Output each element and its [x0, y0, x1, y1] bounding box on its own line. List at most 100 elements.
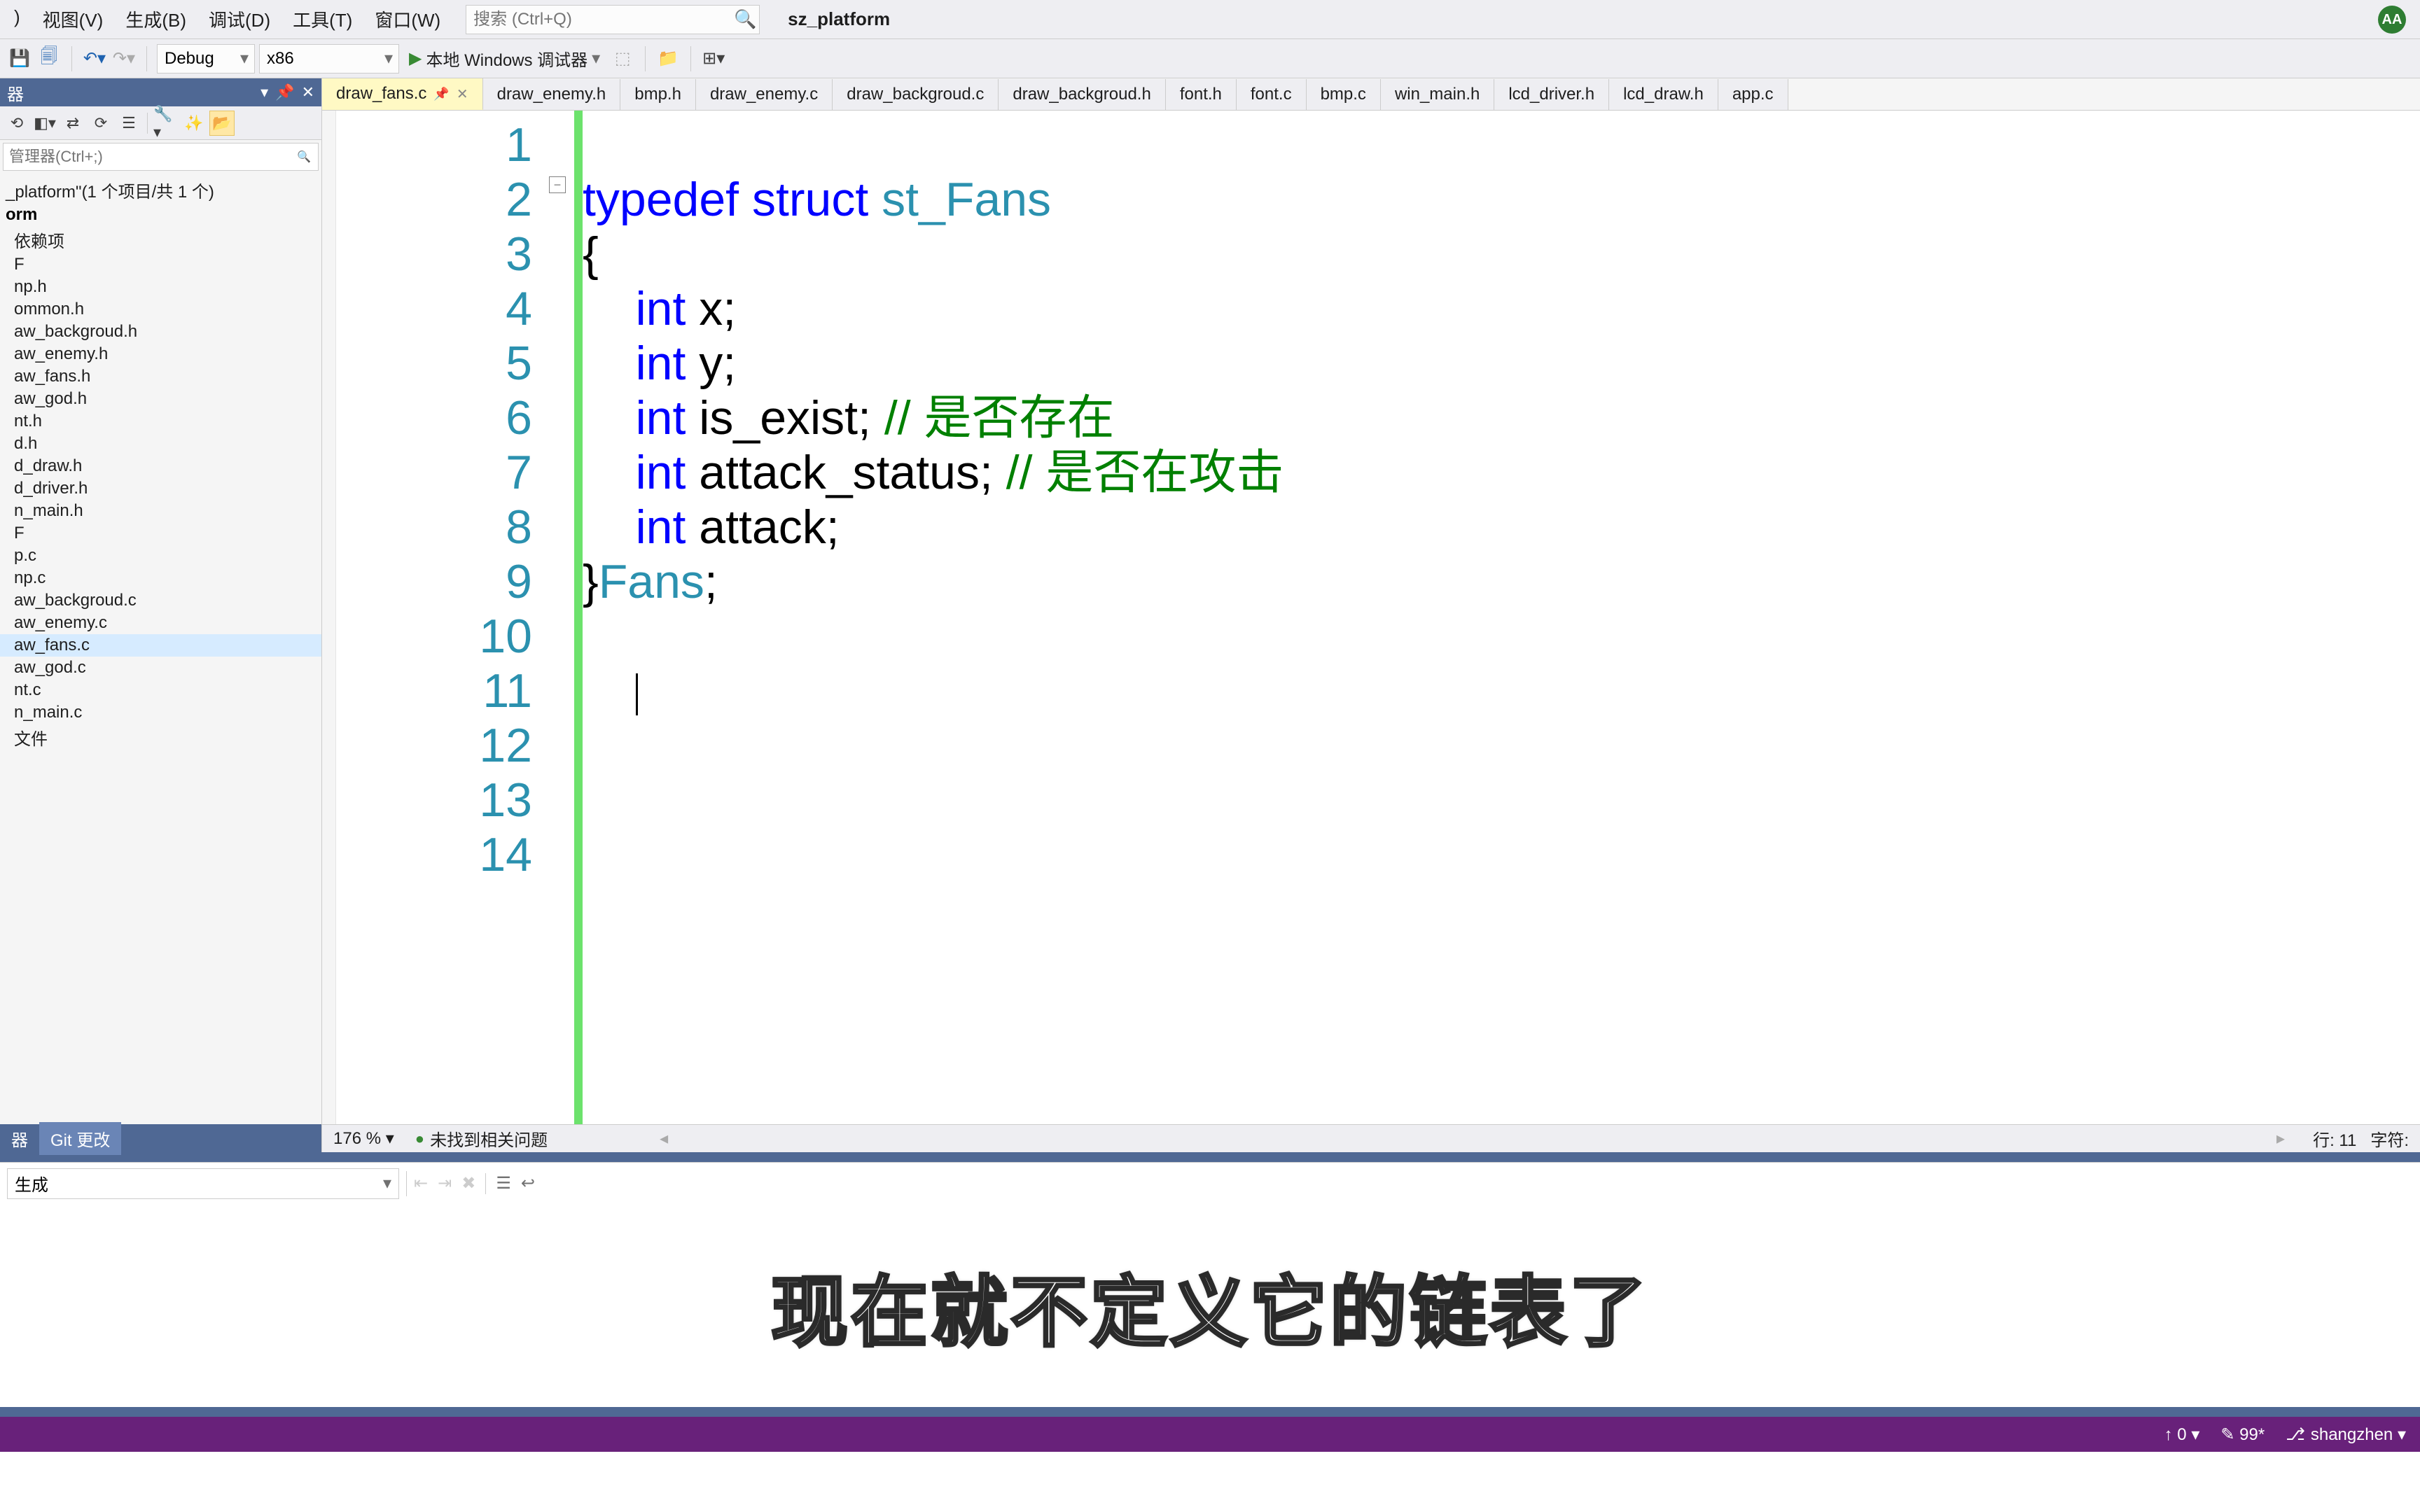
solution-node[interactable]: _platform"(1 个项目/共 1 个) — [0, 176, 321, 204]
editor-tab[interactable]: bmp.h — [620, 79, 696, 110]
sidebar-header: 器 ▾ 📌 ✕ — [0, 78, 321, 106]
config-combo[interactable]: Debug — [157, 44, 255, 74]
start-debug-button[interactable]: ▶ 本地 Windows 调试器 ▾ — [403, 43, 606, 74]
tree-item[interactable]: aw_god.h — [0, 388, 321, 410]
platform-combo[interactable]: x86 — [259, 44, 399, 74]
tree-item[interactable]: nt.h — [0, 410, 321, 433]
tree-item[interactable]: 文件 — [0, 724, 321, 751]
close-icon[interactable]: ✕ — [457, 85, 468, 103]
clear-icon[interactable]: ✖ — [461, 1173, 475, 1194]
statusbar: ↑ 0 ▾ ✎ 99* ⎇ shangzhen ▾ — [0, 1417, 2420, 1452]
editor-tab[interactable]: win_main.h — [1381, 79, 1494, 110]
editor-tab[interactable]: font.c — [1237, 79, 1307, 110]
zoom-level[interactable]: 176 % ▾ — [333, 1128, 394, 1149]
sidebar-search-input[interactable] — [4, 148, 290, 166]
tree-item[interactable]: F — [0, 522, 321, 545]
tree-item[interactable]: 依赖项 — [0, 226, 321, 253]
avatar[interactable]: AA — [2378, 6, 2406, 34]
refresh-icon[interactable]: ⟳ — [88, 111, 113, 136]
nav-left-icon[interactable]: ◂ — [660, 1128, 668, 1149]
global-search[interactable]: 🔍 — [466, 5, 760, 34]
home-icon[interactable]: ⟲ — [4, 111, 29, 136]
menu-item[interactable]: 工具(T) — [281, 2, 363, 36]
fold-button[interactable]: − — [549, 176, 566, 193]
solution-tree[interactable]: _platform"(1 个项目/共 1 个) orm 依赖项Fnp.hommo… — [0, 174, 321, 1124]
sidebar-toolbar: ⟲ ◧▾ ⇄ ⟳ ☰ 🔧▾ ✨ 📂 — [0, 106, 321, 140]
wand-icon[interactable]: ✨ — [181, 111, 207, 136]
target-icon[interactable]: ⬚ — [610, 46, 635, 71]
git-changes-tab[interactable]: Git 更改 — [39, 1122, 121, 1155]
panel-separator[interactable] — [0, 1152, 2420, 1162]
undo-icon[interactable]: ↶▾ — [82, 46, 107, 71]
output-source-combo[interactable]: 生成 — [7, 1168, 399, 1199]
editor-tab[interactable]: bmp.c — [1307, 79, 1381, 110]
next-icon[interactable]: ⇥ — [438, 1173, 452, 1194]
list-icon[interactable]: ☰ — [496, 1173, 511, 1194]
folder-icon[interactable]: 📁 — [655, 46, 681, 71]
branch-status[interactable]: ⎇ shangzhen ▾ — [2286, 1424, 2406, 1445]
tree-item[interactable]: n_main.c — [0, 701, 321, 724]
tree-item[interactable]: aw_backgroud.h — [0, 321, 321, 343]
wrap-icon[interactable]: ↩ — [521, 1173, 535, 1194]
prev-icon[interactable]: ⇤ — [414, 1173, 428, 1194]
menu-item[interactable]: 调试(D) — [197, 2, 281, 36]
tab-label: draw_backgroud.c — [847, 85, 984, 104]
tree-item[interactable]: aw_enemy.h — [0, 343, 321, 365]
save-icon[interactable]: 💾 — [7, 46, 32, 71]
project-node[interactable]: orm — [0, 204, 321, 226]
redo-icon[interactable]: ↷▾ — [111, 46, 137, 71]
menu-item[interactable]: ) — [3, 2, 32, 36]
tree-item[interactable]: n_main.h — [0, 500, 321, 522]
editor-statusbar: 176 % ▾ ● 未找到相关问题 ◂ ▸ 行: 11 字符: — [322, 1124, 2420, 1152]
tree-item[interactable]: d_driver.h — [0, 477, 321, 500]
layout-icon[interactable]: ⊞▾ — [701, 46, 726, 71]
play-icon: ▶ — [409, 48, 422, 69]
search-icon[interactable]: 🔍 — [731, 8, 759, 30]
tree-item[interactable]: nt.c — [0, 679, 321, 701]
code-content[interactable]: typedef struct st_Fans{ int x; int y; in… — [583, 111, 2420, 1124]
sync-status[interactable]: ↑ 0 ▾ — [2164, 1424, 2200, 1445]
search-icon[interactable]: 🔍 — [290, 150, 318, 164]
menu-item[interactable]: 视图(V) — [32, 2, 115, 36]
editor-tab[interactable]: draw_backgroud.c — [833, 79, 999, 110]
pin-icon[interactable]: 📌 — [433, 87, 449, 102]
filter-icon[interactable]: ☰ — [116, 111, 141, 136]
sidebar-search[interactable]: 🔍 — [3, 143, 319, 171]
nav-icon[interactable]: ◧▾ — [32, 111, 57, 136]
tree-item[interactable]: aw_enemy.c — [0, 612, 321, 634]
sync-icon[interactable]: ⇄ — [60, 111, 85, 136]
close-icon[interactable]: ✕ — [302, 83, 314, 102]
explorer-tab[interactable]: 器 — [0, 1122, 39, 1155]
menu-item[interactable]: 窗口(W) — [363, 2, 452, 36]
editor-tab[interactable]: font.h — [1166, 79, 1237, 110]
menu-item[interactable]: 生成(B) — [114, 2, 197, 36]
issues-indicator[interactable]: ● 未找到相关问题 — [415, 1126, 548, 1151]
tree-item[interactable]: np.h — [0, 276, 321, 298]
code-editor[interactable]: 1234567891011121314 − typedef struct st_… — [322, 111, 2420, 1124]
tree-item[interactable]: aw_fans.h — [0, 365, 321, 388]
editor-tab[interactable]: lcd_driver.h — [1494, 79, 1609, 110]
editor-tab[interactable]: draw_enemy.h — [483, 79, 621, 110]
tree-item[interactable]: F — [0, 253, 321, 276]
dropdown-icon[interactable]: ▾ — [260, 83, 268, 102]
editor-tab[interactable]: draw_fans.c📌✕ — [322, 78, 483, 110]
pin-icon[interactable]: 📌 — [275, 83, 294, 102]
search-input[interactable] — [466, 10, 731, 29]
tree-item[interactable]: d_draw.h — [0, 455, 321, 477]
editor-tab[interactable]: draw_enemy.c — [696, 79, 833, 110]
tree-item[interactable]: ommon.h — [0, 298, 321, 321]
tree-item[interactable]: aw_fans.c — [0, 634, 321, 657]
properties-icon[interactable]: 🔧▾ — [153, 111, 179, 136]
tree-item[interactable]: aw_god.c — [0, 657, 321, 679]
editor-tab[interactable]: draw_backgroud.h — [999, 79, 1165, 110]
save-all-icon[interactable]: 🗐 — [36, 46, 62, 71]
show-all-icon[interactable]: 📂 — [209, 111, 235, 136]
tree-item[interactable]: np.c — [0, 567, 321, 589]
tree-item[interactable]: d.h — [0, 433, 321, 455]
editor-tab[interactable]: lcd_draw.h — [1609, 79, 1718, 110]
nav-right-icon[interactable]: ▸ — [2276, 1128, 2285, 1149]
tree-item[interactable]: p.c — [0, 545, 321, 567]
tree-item[interactable]: aw_backgroud.c — [0, 589, 321, 612]
changes-status[interactable]: ✎ 99* — [2220, 1424, 2265, 1445]
editor-tab[interactable]: app.c — [1718, 79, 1788, 110]
